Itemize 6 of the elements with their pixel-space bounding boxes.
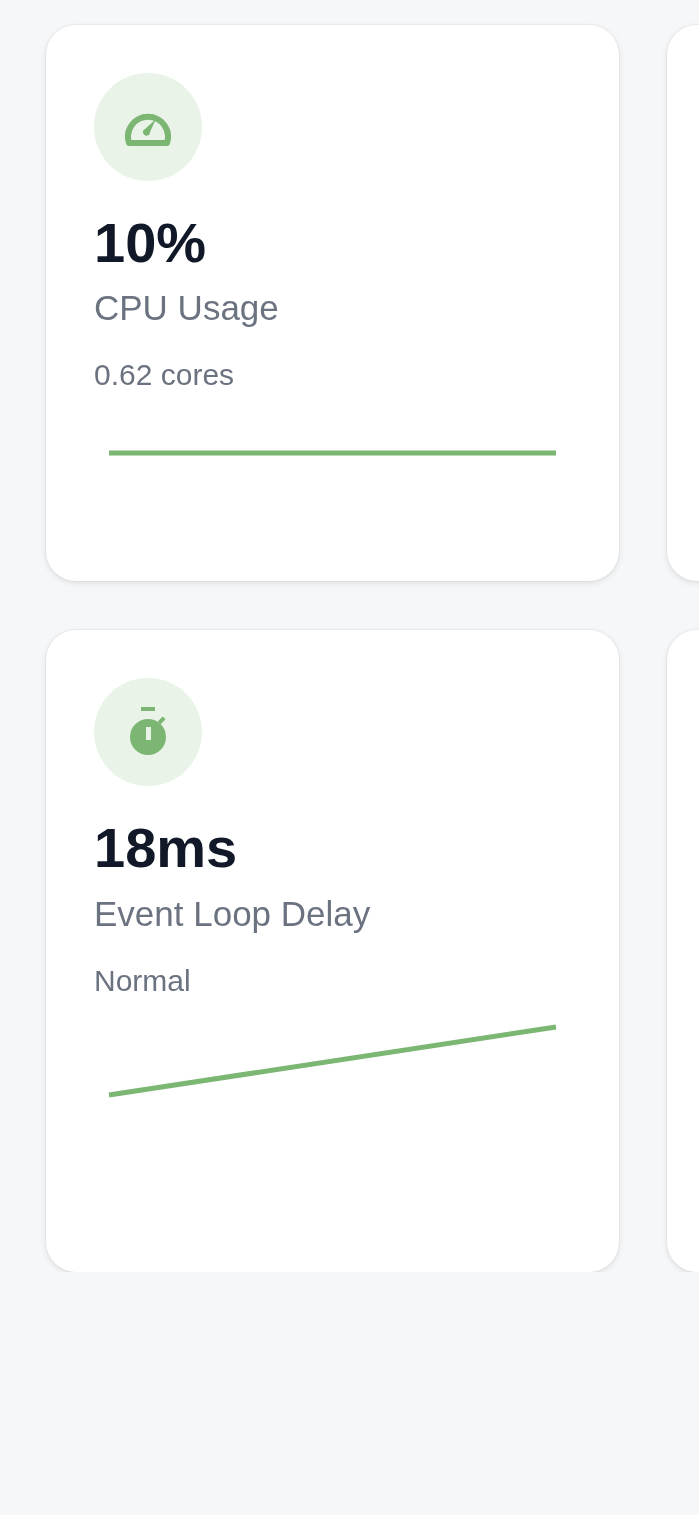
metric-value: 10% (94, 211, 208, 276)
metric-label: Event Loop Delay (94, 892, 372, 935)
metric-value: 18ms (94, 816, 239, 881)
metric-detail: 0.62 cores (94, 357, 236, 394)
metric-label: CPU Usage (94, 287, 280, 330)
metric-detail: Normal (94, 962, 192, 999)
